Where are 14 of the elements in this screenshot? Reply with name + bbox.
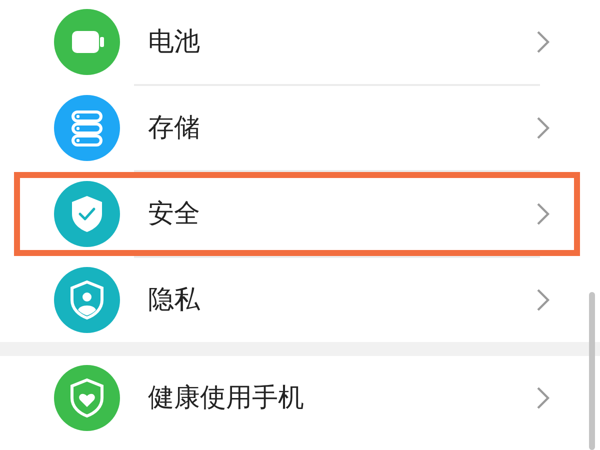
settings-label: 健康使用手机 — [148, 382, 305, 414]
battery-icon — [54, 9, 120, 75]
settings-label: 存储 — [148, 112, 201, 144]
highlighted-settings-row[interactable]: 安全 — [14, 172, 580, 256]
settings-row[interactable]: 健康使用手机 — [14, 356, 580, 440]
settings-row[interactable]: 电池 — [14, 0, 580, 84]
settings-label: 隐私 — [148, 284, 201, 316]
shield-check-icon — [54, 181, 120, 247]
shield-person-icon — [54, 267, 120, 333]
settings-row[interactable]: 隐私 — [14, 258, 580, 342]
storage-icon — [54, 95, 120, 161]
settings-row[interactable]: 存储 — [14, 86, 580, 170]
settings-label: 电池 — [148, 26, 201, 58]
settings-label: 安全 — [148, 198, 201, 230]
